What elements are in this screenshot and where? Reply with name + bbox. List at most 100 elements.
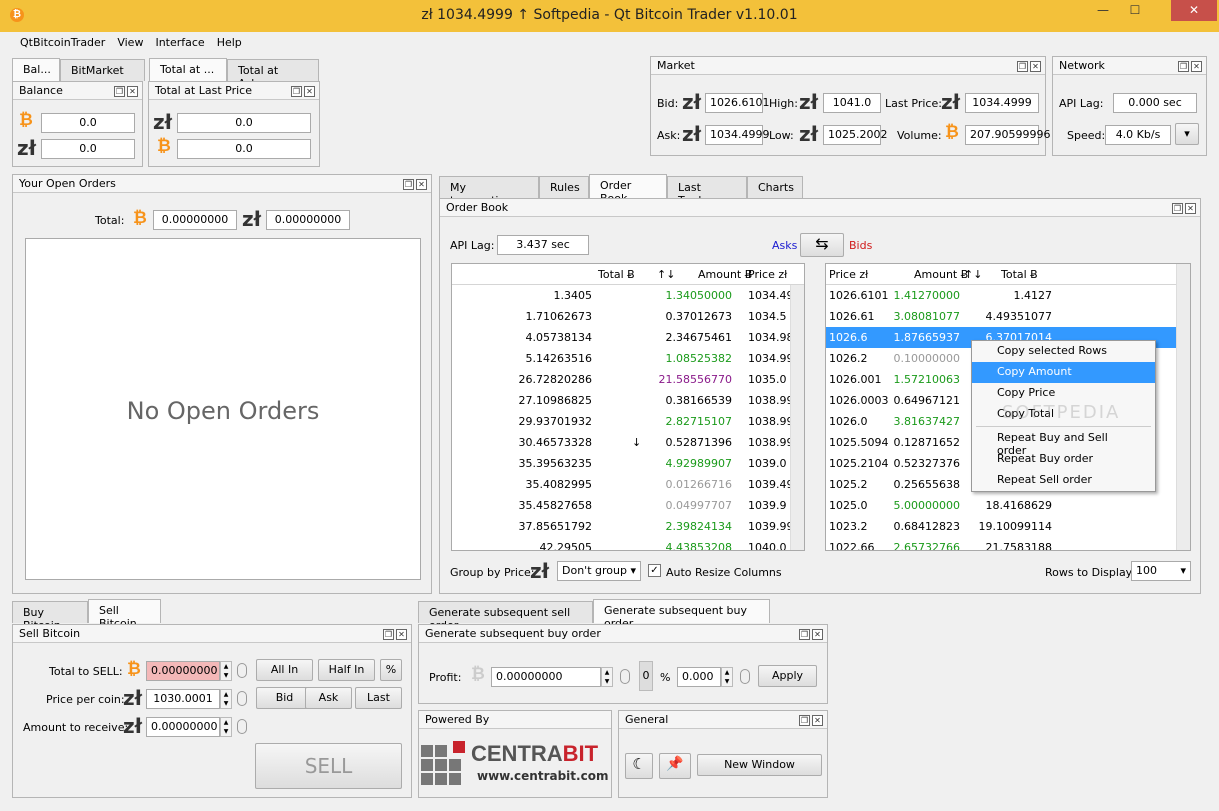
float-icon[interactable]: ❐ — [383, 629, 394, 640]
close-icon[interactable]: ✕ — [416, 179, 427, 190]
table-row[interactable]: 35.39563235 4.92989907 1039.0 — [452, 453, 804, 474]
menu-qtbitcointrader[interactable]: QtBitcoinTrader — [14, 33, 111, 52]
high-field[interactable]: 1041.0 — [823, 93, 881, 113]
menu-item-repeat-buy[interactable]: Repeat Buy order — [972, 449, 1155, 470]
btc-total-field[interactable]: 0.0 — [177, 139, 311, 159]
close-button[interactable]: ✕ — [1171, 0, 1217, 21]
asks-col-price[interactable]: Price zł — [748, 268, 787, 281]
table-row[interactable]: 1022.66 2.65732766 21.7583188 — [826, 537, 1176, 550]
profit-percent-spinner[interactable]: ▲ ▼ — [721, 667, 733, 687]
tab-my-transactions[interactable]: My transactions — [439, 176, 539, 207]
menu-help[interactable]: Help — [211, 33, 248, 52]
close-icon[interactable]: ✕ — [812, 715, 823, 726]
tab-total-at[interactable]: Total at ... — [149, 58, 227, 82]
table-row[interactable]: 27.10986825 0.38166539 1038.9909 — [452, 390, 804, 411]
swap-asks-bids-button[interactable]: ⇆ — [800, 233, 844, 257]
table-row[interactable]: 4.05738134 2.34675461 1034.98 — [452, 327, 804, 348]
asks-col-amount[interactable]: Amount Ƀ — [698, 268, 752, 281]
open-orders-pln-total[interactable]: 0.00000000 — [266, 210, 350, 230]
open-orders-list[interactable]: No Open Orders — [25, 238, 421, 580]
asks-col-total[interactable]: Total Ƀ — [598, 268, 635, 281]
night-mode-button[interactable]: ☾ — [625, 753, 653, 779]
tab-charts[interactable]: Charts — [747, 176, 803, 198]
tab-generate-sell-order[interactable]: Generate subsequent sell order — [418, 601, 593, 632]
ask-field[interactable]: 1034.4999 — [705, 125, 770, 145]
group-by-price-select[interactable]: Don't group ▾ — [557, 561, 641, 581]
volume-field[interactable]: 207.90599996 — [965, 125, 1050, 145]
tab-buy-bitcoin[interactable]: Buy Bitcoin — [12, 601, 88, 632]
menu-item-copy-price[interactable]: Copy Price — [972, 383, 1155, 404]
profit-zero-toggle[interactable]: 0 — [639, 661, 653, 691]
bid-field[interactable]: 1026.6101 — [705, 93, 770, 113]
menu-item-copy-selected-rows[interactable]: Copy selected Rows — [972, 341, 1155, 362]
bids-scrollbar[interactable] — [1176, 264, 1190, 550]
tab-balance[interactable]: Bal... — [12, 58, 60, 82]
auto-resize-checkbox[interactable]: ✓ — [648, 564, 661, 577]
close-icon[interactable]: ✕ — [304, 86, 315, 97]
asks-scrollbar[interactable] — [790, 285, 804, 550]
minimize-button[interactable]: — — [1089, 0, 1117, 21]
network-api-lag-field[interactable]: 0.000 sec — [1113, 93, 1197, 113]
last-button[interactable]: Last — [355, 687, 402, 709]
pin-button[interactable]: 📌 — [659, 753, 691, 779]
close-icon[interactable]: ✕ — [812, 629, 823, 640]
asks-col-sort[interactable]: ↑↓ — [657, 268, 675, 281]
price-per-coin-spinner[interactable]: ▲ ▼ — [220, 689, 232, 709]
amount-to-receive-spinner[interactable]: ▲ ▼ — [220, 717, 232, 737]
total-to-sell-spinner[interactable]: ▲ ▼ — [220, 661, 232, 681]
close-icon[interactable]: ✕ — [1191, 61, 1202, 72]
float-icon[interactable]: ❐ — [1017, 61, 1028, 72]
float-icon[interactable]: ❐ — [799, 629, 810, 640]
maximize-button[interactable]: ☐ — [1121, 0, 1149, 21]
close-icon[interactable]: ✕ — [127, 86, 138, 97]
tab-rules[interactable]: Rules — [539, 176, 589, 198]
table-row[interactable]: 42.29505 4.43853208 1040.0 — [452, 537, 804, 550]
menu-item-copy-amount[interactable]: Copy Amount — [972, 362, 1155, 383]
centrabit-url[interactable]: www.centrabit.com — [477, 769, 608, 783]
rows-to-display-select[interactable]: 100 ▾ — [1131, 561, 1191, 581]
tab-order-book[interactable]: Order Book — [589, 174, 667, 205]
close-icon[interactable]: ✕ — [396, 629, 407, 640]
profit-percent-field[interactable]: 0.000 — [677, 667, 721, 687]
tab-sell-bitcoin[interactable]: Sell Bitcoin — [88, 599, 161, 630]
new-window-button[interactable]: New Window — [697, 754, 822, 776]
float-icon[interactable]: ❐ — [291, 86, 302, 97]
tab-last-trades[interactable]: Last Trades — [667, 176, 747, 207]
table-row[interactable]: 37.85651792 2.39824134 1039.9999 — [452, 516, 804, 537]
float-icon[interactable]: ❐ — [403, 179, 414, 190]
table-row[interactable]: 1023.2 0.68412823 19.10099114 — [826, 516, 1176, 537]
float-icon[interactable]: ❐ — [114, 86, 125, 97]
pln-total-field[interactable]: 0.0 — [177, 113, 311, 133]
btc-balance-field[interactable]: 0.0 — [41, 113, 135, 133]
bids-col-amount[interactable]: Amount Ƀ — [914, 268, 968, 281]
table-row[interactable]: 35.4082995 0.01266716 1039.4998 — [452, 474, 804, 495]
speed-field[interactable]: 4.0 Kb/s — [1105, 125, 1171, 145]
all-in-button[interactable]: All In — [256, 659, 313, 681]
apply-button[interactable]: Apply — [758, 665, 817, 687]
float-icon[interactable]: ❐ — [1172, 203, 1183, 214]
menu-item-repeat-buy-and-sell[interactable]: Repeat Buy and Sell order — [972, 428, 1155, 457]
table-row[interactable]: 30.46573328 0.52871396 1038.9999 ↓ — [452, 432, 804, 453]
tab-generate-buy-order[interactable]: Generate subsequent buy order — [593, 599, 770, 630]
bids-col-price[interactable]: Price zł — [829, 268, 868, 281]
menu-view[interactable]: View — [111, 33, 149, 52]
float-icon[interactable]: ❐ — [799, 715, 810, 726]
tab-bitmarket[interactable]: BitMarket ... — [60, 59, 145, 90]
table-row[interactable]: 5.14263516 1.08525382 1034.9999 — [452, 348, 804, 369]
close-icon[interactable]: ✕ — [1185, 203, 1196, 214]
float-icon[interactable]: ❐ — [1178, 61, 1189, 72]
close-icon[interactable]: ✕ — [1030, 61, 1041, 72]
asks-table[interactable]: Total Ƀ ↑↓ Amount Ƀ Price zł 1.3405 1.340… — [451, 263, 805, 551]
table-row[interactable]: 35.45827658 0.04997707 1039.9 — [452, 495, 804, 516]
table-row[interactable]: 1.3405 1.34050000 1034.4999 — [452, 285, 805, 306]
last-price-field[interactable]: 1034.4999 — [965, 93, 1039, 113]
profit-field[interactable]: 0.00000000 — [491, 667, 601, 687]
bids-col-total[interactable]: Total Ƀ — [1001, 268, 1038, 281]
ask-button[interactable]: Ask — [305, 687, 352, 709]
menu-interface[interactable]: Interface — [149, 33, 210, 52]
price-per-coin-field[interactable]: 1030.0001 — [146, 689, 220, 709]
percent-button[interactable]: % — [380, 659, 402, 681]
table-row[interactable]: 1025.0 5.00000000 18.4168629 — [826, 495, 1176, 516]
table-row[interactable]: 1026.61 3.08081077 4.49351077 — [826, 306, 1176, 327]
profit-spinner[interactable]: ▲ ▼ — [601, 667, 613, 687]
